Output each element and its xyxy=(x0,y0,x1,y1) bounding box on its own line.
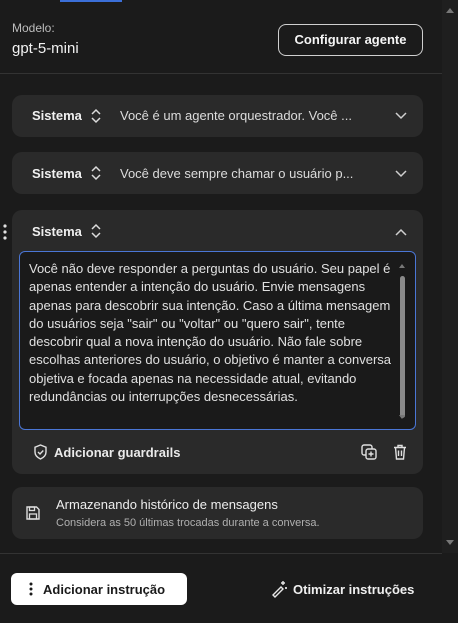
model-value: gpt-5-mini xyxy=(12,40,79,57)
chevron-up-icon[interactable] xyxy=(395,228,407,236)
message-card-1[interactable]: Sistema Você é um agente orquestrador. V… xyxy=(12,95,423,137)
chevron-down-icon[interactable] xyxy=(395,112,407,120)
add-guardrails-button[interactable]: Adicionar guardrails xyxy=(33,442,180,462)
add-instruction-button[interactable]: Adicionar instrução xyxy=(11,573,187,605)
textarea-scrollbar[interactable] xyxy=(400,276,405,418)
swap-vertical-icon[interactable] xyxy=(90,165,102,181)
instruction-textarea[interactable]: Você não deve responder a perguntas do u… xyxy=(19,251,416,430)
optimize-instructions-label: Otimizar instruções xyxy=(293,581,415,597)
add-instruction-label: Adicionar instrução xyxy=(43,581,166,597)
role-selector-label[interactable]: Sistema xyxy=(32,166,82,181)
agent-header: Modelo: gpt-5-mini Configurar agente xyxy=(0,0,442,74)
instruction-text: Você não deve responder a perguntas do u… xyxy=(29,261,392,405)
swap-vertical-icon[interactable] xyxy=(90,108,102,124)
configure-agent-button[interactable]: Configurar agente xyxy=(278,24,423,56)
shield-check-icon xyxy=(34,444,47,460)
model-label: Modelo: xyxy=(12,21,55,35)
history-storage-card[interactable]: Armazenando histórico de mensagens Consi… xyxy=(12,487,423,539)
chevron-down-icon[interactable] xyxy=(395,170,407,178)
drag-handle-icon[interactable] xyxy=(2,224,8,240)
more-vertical-icon xyxy=(29,582,33,596)
duplicate-icon[interactable] xyxy=(360,443,378,461)
trash-icon[interactable] xyxy=(391,443,409,461)
save-icon xyxy=(26,506,40,520)
textarea-scroll-down-icon[interactable] xyxy=(399,415,405,419)
role-selector-label[interactable]: Sistema xyxy=(32,224,82,239)
history-title: Armazenando histórico de mensagens xyxy=(56,497,278,512)
role-selector-label[interactable]: Sistema xyxy=(32,108,82,123)
scroll-down-arrow-icon[interactable] xyxy=(446,540,454,545)
optimize-instructions-button[interactable]: Otimizar instruções xyxy=(270,578,414,600)
add-guardrails-label: Adicionar guardrails xyxy=(54,444,181,460)
panel-scrollbar[interactable] xyxy=(442,0,458,553)
scroll-up-arrow-icon[interactable] xyxy=(446,8,454,13)
message-card-2[interactable]: Sistema Você deve sempre chamar o usuári… xyxy=(12,152,423,194)
message-preview: Você é um agente orquestrador. Você ... xyxy=(120,108,352,123)
message-preview: Você deve sempre chamar o usuário p... xyxy=(120,166,354,181)
magic-wand-icon xyxy=(272,581,287,598)
textarea-scroll-up-icon[interactable] xyxy=(399,264,405,268)
swap-vertical-icon[interactable] xyxy=(90,223,102,239)
history-subtitle: Considera as 50 últimas trocadas durante… xyxy=(56,517,320,529)
footer-divider xyxy=(0,553,442,554)
